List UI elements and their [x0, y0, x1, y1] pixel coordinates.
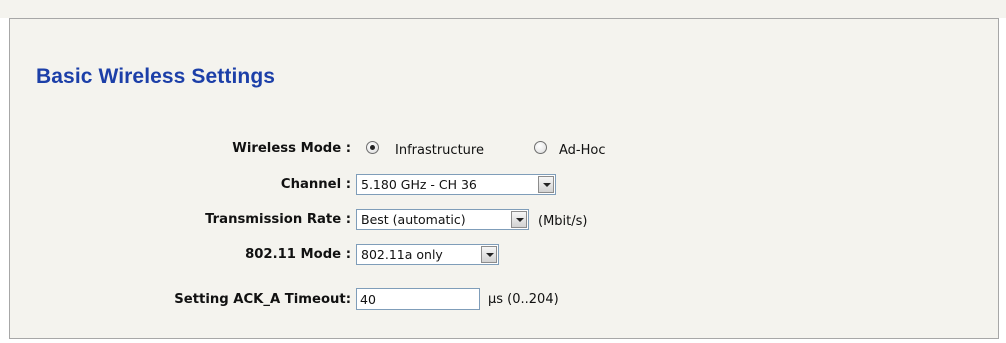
- section-title: Basic Wireless Settings: [36, 65, 276, 88]
- radio-adhoc-label[interactable]: Ad-Hoc: [559, 143, 605, 158]
- channel-label: Channel :: [280, 177, 351, 192]
- ack-timeout-input[interactable]: [357, 289, 479, 309]
- radio-infrastructure-label[interactable]: Infrastructure: [395, 143, 484, 158]
- channel-select[interactable]: 5.180 GHz - CH 36: [356, 174, 556, 195]
- mode-80211-select[interactable]: 802.11a only: [356, 244, 499, 265]
- ack-timeout-unit: µs (0..204): [488, 292, 559, 307]
- mode-80211-select-value: 802.11a only: [361, 247, 443, 262]
- chevron-down-icon[interactable]: [511, 211, 527, 228]
- radio-checked-icon: [370, 145, 375, 150]
- channel-select-value: 5.180 GHz - CH 36: [361, 177, 477, 192]
- transmission-rate-select-value: Best (automatic): [361, 212, 466, 227]
- transmission-rate-select[interactable]: Best (automatic): [356, 209, 529, 230]
- mode-80211-label: 802.11 Mode :: [245, 247, 351, 262]
- transmission-rate-label: Transmission Rate :: [205, 212, 351, 227]
- radio-infrastructure[interactable]: [366, 141, 379, 154]
- chevron-down-icon[interactable]: [538, 176, 554, 193]
- transmission-rate-unit: (Mbit/s): [538, 214, 588, 229]
- chevron-down-icon[interactable]: [481, 246, 497, 263]
- radio-adhoc[interactable]: [534, 141, 547, 154]
- ack-timeout-field[interactable]: [356, 288, 480, 310]
- wireless-mode-label: Wireless Mode :: [232, 141, 351, 156]
- top-band: [0, 0, 1006, 18]
- ack-timeout-label: Setting ACK_A Timeout:: [174, 292, 351, 307]
